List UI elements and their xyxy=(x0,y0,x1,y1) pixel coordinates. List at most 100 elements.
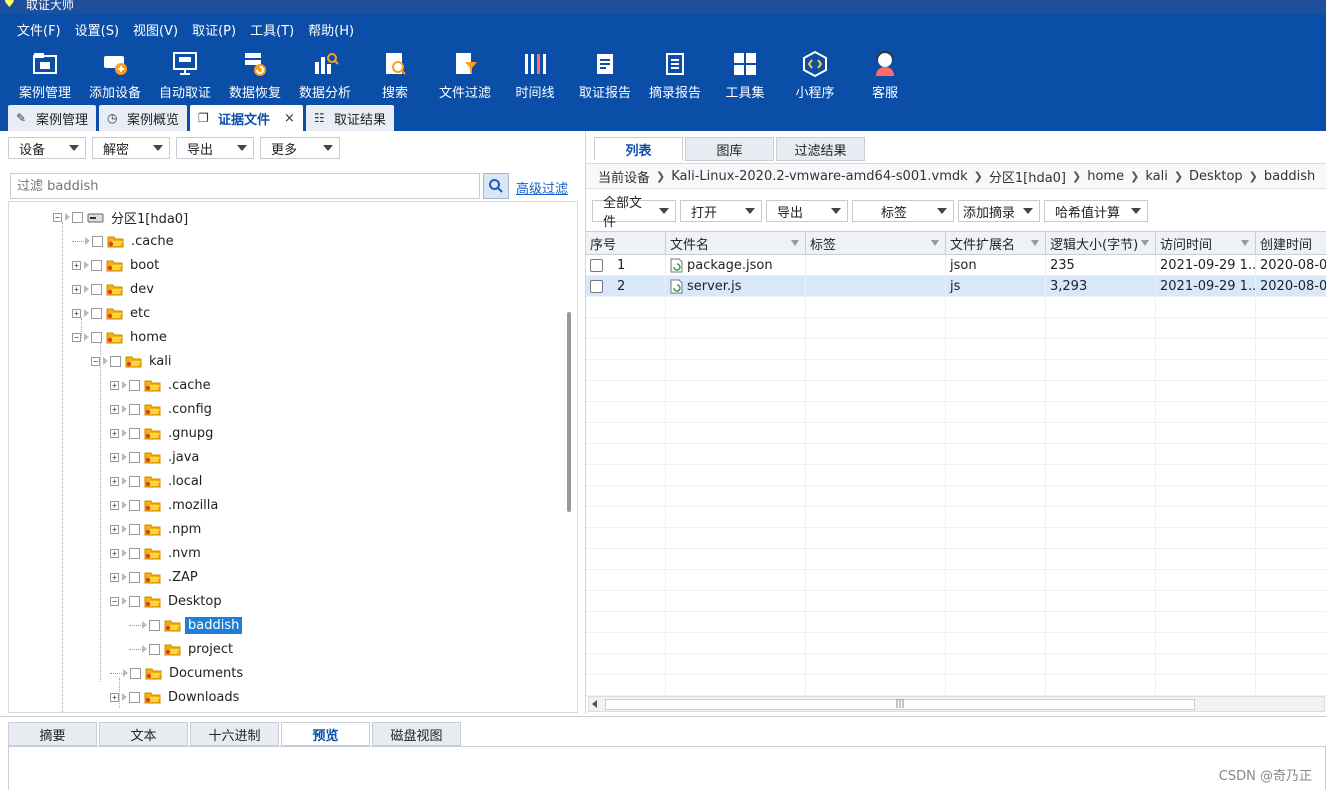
breadcrumb-item[interactable]: Kali-Linux-2020.2-vmware-amd64-s001.vmdk xyxy=(671,169,967,184)
customer-service-button[interactable]: 客服 xyxy=(850,44,920,104)
row-checkbox[interactable] xyxy=(590,258,603,272)
column-header-extension[interactable]: 文件扩展名 xyxy=(946,232,1046,255)
tree-item[interactable]: + .gnupg xyxy=(110,422,216,444)
expand-icon[interactable]: + xyxy=(110,524,119,534)
tree-checkbox[interactable] xyxy=(149,619,160,631)
expand-icon[interactable]: + xyxy=(110,500,119,510)
all-files-dropdown[interactable]: 全部文件 xyxy=(592,196,676,230)
tree-item[interactable]: + boot xyxy=(72,254,162,276)
expand-icon[interactable]: + xyxy=(110,428,119,438)
data-analysis-button[interactable]: 数据分析 xyxy=(290,44,360,104)
collapse-icon[interactable]: − xyxy=(91,356,100,366)
tree-checkbox[interactable] xyxy=(129,595,140,607)
filter-icon[interactable] xyxy=(791,240,799,246)
tree-item[interactable]: + .mozilla xyxy=(110,494,221,516)
tree-checkbox[interactable] xyxy=(91,283,102,295)
filter-icon[interactable] xyxy=(1141,240,1149,246)
tree-checkbox[interactable] xyxy=(92,235,103,247)
expand-icon[interactable]: + xyxy=(110,404,119,414)
menu-settings[interactable]: 设置(S) xyxy=(68,20,126,39)
tree-checkbox[interactable] xyxy=(129,451,140,463)
column-header-index[interactable]: 序号 xyxy=(586,232,666,255)
export-files-dropdown[interactable]: 导出 xyxy=(766,200,848,222)
expand-icon[interactable]: + xyxy=(110,380,119,390)
more-dropdown[interactable]: 更多 xyxy=(260,137,340,159)
expand-icon[interactable]: + xyxy=(72,260,81,270)
advanced-filter-link[interactable]: 高级过滤 xyxy=(516,178,568,197)
tree-item[interactable]: Documents xyxy=(110,662,246,684)
column-header-access-time[interactable]: 访问时间 xyxy=(1156,232,1256,255)
scroll-left-icon[interactable] xyxy=(592,700,597,708)
menu-forensics[interactable]: 取证(P) xyxy=(185,20,243,39)
tab-case-management[interactable]: ✎ 案例管理 xyxy=(8,105,97,131)
add-device-button[interactable]: 添加设备 xyxy=(80,44,150,104)
breadcrumb-item[interactable]: 当前设备 xyxy=(598,167,650,186)
tree-item[interactable]: + Downloads xyxy=(110,686,242,708)
table-row[interactable]: 1 package.json json 235 2021-09-29 1... 2020-… xyxy=(586,255,1326,276)
export-dropdown[interactable]: 导出 xyxy=(176,137,254,159)
add-excerpt-dropdown[interactable]: 添加摘录 xyxy=(958,200,1040,222)
breadcrumb-item[interactable]: 分区1[hda0] xyxy=(989,167,1066,186)
column-header-filename[interactable]: 文件名 xyxy=(666,232,806,255)
tree-checkbox[interactable] xyxy=(129,523,140,535)
tree-item[interactable]: baddish xyxy=(129,614,243,636)
toolset-button[interactable]: 工具集 xyxy=(710,44,780,104)
tab-forensic-results[interactable]: ☷ 取证结果 xyxy=(305,105,394,131)
filter-icon[interactable] xyxy=(1241,240,1249,246)
decrypt-dropdown[interactable]: 解密 xyxy=(92,137,170,159)
breadcrumb-item[interactable]: home xyxy=(1087,169,1124,184)
tab-filter-results[interactable]: 过滤结果 xyxy=(776,137,865,161)
excerpt-report-button[interactable]: 摘录报告 xyxy=(640,44,710,104)
tree-item[interactable]: − 分区1[hda0] xyxy=(53,206,191,228)
close-icon[interactable]: × xyxy=(284,111,295,126)
case-management-button[interactable]: 案例管理 xyxy=(10,44,80,104)
hash-calc-dropdown[interactable]: 哈希值计算 xyxy=(1044,200,1148,222)
tab-summary[interactable]: 摘要 xyxy=(8,722,97,746)
collapse-icon[interactable]: − xyxy=(53,212,62,222)
filter-icon[interactable] xyxy=(1031,240,1039,246)
tree-checkbox[interactable] xyxy=(91,307,102,319)
row-checkbox[interactable] xyxy=(590,279,603,293)
tab-case-overview[interactable]: ◷ 案例概览 xyxy=(99,105,188,131)
mini-program-button[interactable]: 小程序 xyxy=(780,44,850,104)
scroll-thumb[interactable]: ||| xyxy=(605,699,1195,710)
menu-view[interactable]: 视图(V) xyxy=(126,20,185,39)
tab-text[interactable]: 文本 xyxy=(99,722,188,746)
tree-checkbox[interactable] xyxy=(129,547,140,559)
tab-hex[interactable]: 十六进制 xyxy=(190,722,279,746)
column-header-size[interactable]: 逻辑大小(字节) xyxy=(1046,232,1156,255)
tree-checkbox[interactable] xyxy=(72,211,83,223)
forensic-report-button[interactable]: 取证报告 xyxy=(570,44,640,104)
data-recovery-button[interactable]: 数据恢复 xyxy=(220,44,290,104)
tree-checkbox[interactable] xyxy=(129,427,140,439)
file-filter-button[interactable]: 文件过滤 xyxy=(430,44,500,104)
auto-forensics-button[interactable]: 自动取证 xyxy=(150,44,220,104)
tree-checkbox[interactable] xyxy=(149,643,160,655)
expand-icon[interactable]: + xyxy=(110,572,119,582)
column-header-create-time[interactable]: 创建时间 xyxy=(1256,232,1326,255)
breadcrumb-item[interactable]: Desktop xyxy=(1189,169,1243,184)
tree-checkbox[interactable] xyxy=(129,403,140,415)
tree-checkbox[interactable] xyxy=(130,667,141,679)
tree-checkbox[interactable] xyxy=(129,379,140,391)
tree-item[interactable]: + .nvm xyxy=(110,542,204,564)
breadcrumb-item[interactable]: kali xyxy=(1145,169,1168,184)
expand-icon[interactable]: + xyxy=(110,548,119,558)
filter-search-button[interactable] xyxy=(483,173,509,199)
tree-checkbox[interactable] xyxy=(129,571,140,583)
tree-item[interactable]: + dev xyxy=(72,278,157,300)
filter-icon[interactable] xyxy=(931,240,939,246)
tree-checkbox[interactable] xyxy=(91,259,102,271)
tree-item[interactable]: + .config xyxy=(110,398,215,420)
tree-item[interactable]: − Desktop xyxy=(110,590,225,612)
tab-list[interactable]: 列表 xyxy=(594,137,683,161)
breadcrumb-item[interactable]: baddish xyxy=(1264,169,1315,184)
menu-help[interactable]: 帮助(H) xyxy=(301,20,361,39)
tree-item[interactable]: + .npm xyxy=(110,518,204,540)
tab-preview[interactable]: 预览 xyxy=(281,722,370,746)
tree-item[interactable]: + .ZAP xyxy=(110,566,201,588)
tab-evidence-files[interactable]: ❐ 证据文件 × xyxy=(190,105,303,131)
collapse-icon[interactable]: − xyxy=(110,596,119,606)
menu-tools[interactable]: 工具(T) xyxy=(243,20,301,39)
table-row[interactable]: 2 server.js js 3,293 2021-09-29 1... 2020-08-… xyxy=(586,276,1326,297)
